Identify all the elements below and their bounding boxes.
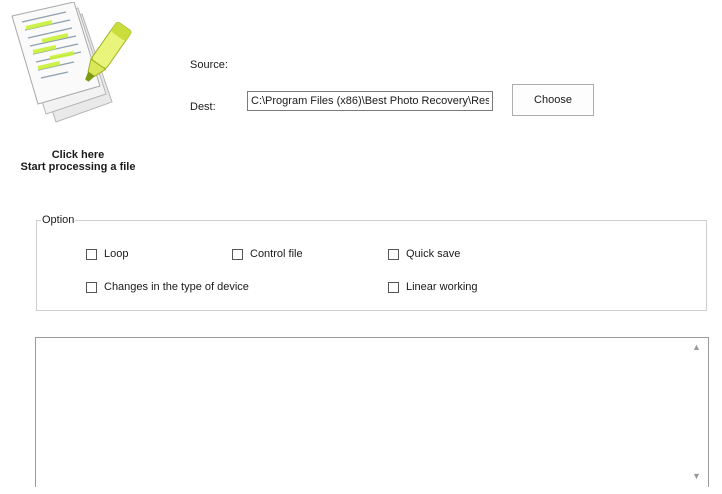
linear-working-checkbox[interactable]: Linear working [388,281,478,293]
scroll-up-arrow-icon[interactable]: ▲ [692,342,701,352]
quick-save-checkbox-label: Quick save [406,248,461,260]
linear-working-checkbox-box[interactable] [388,281,399,293]
option-groupbox [36,220,707,311]
control-file-checkbox[interactable]: Control file [232,248,303,260]
start-processing-label: Start processing a file [20,161,136,173]
scroll-down-arrow-icon[interactable]: ▼ [692,471,701,481]
changes-device-type-checkbox-label: Changes in the type of device [104,281,249,293]
quick-save-checkbox-box[interactable] [388,248,399,260]
loop-checkbox-label: Loop [104,248,129,260]
loop-checkbox-box[interactable] [86,248,97,260]
linear-working-checkbox-label: Linear working [406,281,478,293]
dest-label: Dest: [190,101,216,113]
start-processing-caption[interactable]: Click here Start processing a file [0,149,156,173]
click-here-label: Click here [51,149,105,161]
source-label: Source: [190,59,228,71]
changes-device-type-checkbox-box[interactable] [86,281,97,293]
choose-button[interactable]: Choose [512,84,594,116]
start-processing-icon-button[interactable] [8,1,144,130]
control-file-checkbox-box[interactable] [232,248,243,260]
control-file-checkbox-label: Control file [250,248,303,260]
loop-checkbox[interactable]: Loop [86,248,128,260]
document-highlighter-icon [11,1,132,123]
log-textarea[interactable] [35,337,709,487]
option-group-label: Option [41,214,76,226]
changes-device-type-checkbox[interactable]: Changes in the type of device [86,281,249,293]
dest-path-input[interactable] [247,91,493,111]
quick-save-checkbox[interactable]: Quick save [388,248,460,260]
